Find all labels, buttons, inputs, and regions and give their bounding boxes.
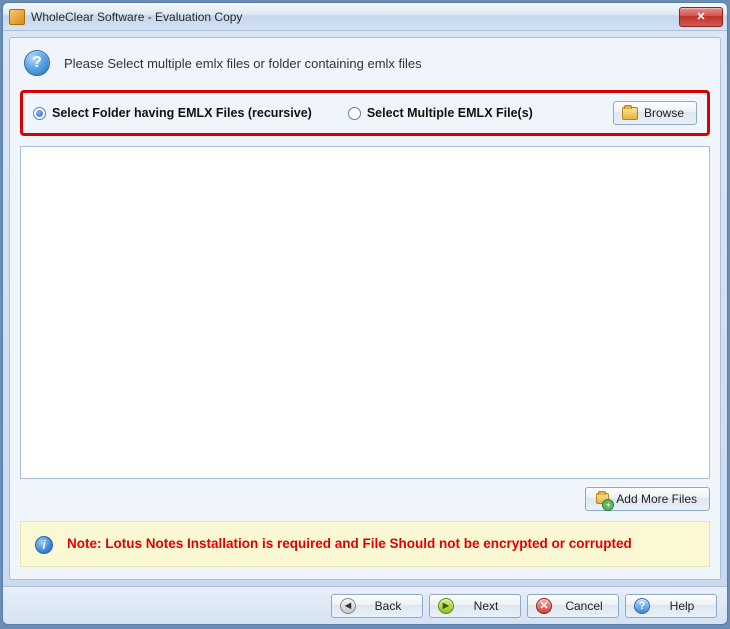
below-list-row: Add More Files (20, 487, 710, 511)
add-more-files-label: Add More Files (616, 492, 697, 506)
note-text: Note: Lotus Notes Installation is requir… (67, 534, 632, 554)
back-label: Back (362, 599, 414, 613)
radio-select-multiple-files[interactable]: Select Multiple EMLX File(s) (348, 106, 533, 120)
radio-select-folder[interactable]: Select Folder having EMLX Files (recursi… (33, 106, 312, 120)
close-button[interactable]: ✕ (679, 7, 723, 27)
instruction-text: Please Select multiple emlx files or fol… (64, 56, 422, 71)
radio-folder-label: Select Folder having EMLX Files (recursi… (52, 106, 312, 120)
cancel-label: Cancel (558, 599, 610, 613)
add-file-icon (594, 491, 610, 507)
browse-label: Browse (644, 106, 684, 120)
radio-icon (348, 107, 361, 120)
question-icon: ? (24, 50, 50, 76)
instruction-row: ? Please Select multiple emlx files or f… (20, 46, 710, 86)
folder-open-icon (622, 105, 638, 121)
info-icon: i (35, 536, 53, 554)
help-label: Help (656, 599, 708, 613)
help-icon: ? (634, 598, 650, 614)
back-button[interactable]: ◄ Back (331, 594, 423, 618)
browse-button[interactable]: Browse (613, 101, 697, 125)
next-label: Next (460, 599, 512, 613)
window-title: WholeClear Software - Evaluation Copy (31, 10, 679, 24)
add-more-files-button[interactable]: Add More Files (585, 487, 710, 511)
arrow-left-icon: ◄ (340, 598, 356, 614)
cancel-icon: ✕ (536, 598, 552, 614)
app-icon (9, 9, 25, 25)
file-list-area[interactable] (20, 146, 710, 479)
app-window: WholeClear Software - Evaluation Copy ✕ … (2, 2, 728, 625)
cancel-button[interactable]: ✕ Cancel (527, 594, 619, 618)
radio-icon (33, 107, 46, 120)
help-button[interactable]: ? Help (625, 594, 717, 618)
content-panel: ? Please Select multiple emlx files or f… (9, 37, 721, 580)
next-button[interactable]: ► Next (429, 594, 521, 618)
wizard-footer: ◄ Back ► Next ✕ Cancel ? Help (3, 586, 727, 624)
titlebar[interactable]: WholeClear Software - Evaluation Copy ✕ (3, 3, 727, 31)
note-box: i Note: Lotus Notes Installation is requ… (20, 521, 710, 567)
selection-option-box: Select Folder having EMLX Files (recursi… (20, 90, 710, 136)
close-icon: ✕ (696, 10, 705, 23)
arrow-right-icon: ► (438, 598, 454, 614)
radio-files-label: Select Multiple EMLX File(s) (367, 106, 533, 120)
